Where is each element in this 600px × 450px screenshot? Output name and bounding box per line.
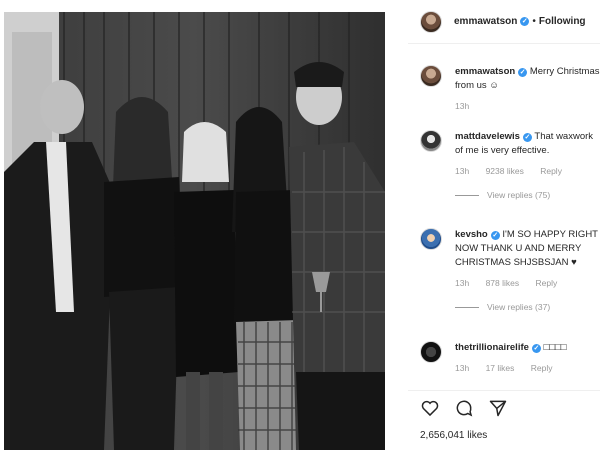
verified-badge-icon: ✓: [531, 344, 541, 353]
likes-count[interactable]: 2,656,041 likes: [420, 430, 487, 441]
action-bar: [420, 398, 508, 418]
separator-dot: •: [532, 16, 536, 27]
following-button[interactable]: Following: [539, 16, 586, 27]
reply-button[interactable]: Reply: [540, 166, 562, 176]
comment-body: mattdavelewis ✓ That waxwork of me is ver…: [455, 130, 600, 202]
comment-icon[interactable]: [454, 398, 474, 418]
comment-time[interactable]: 13h: [455, 166, 469, 176]
post-header: emmawatson ✓ • Following: [408, 0, 600, 44]
divider: [455, 306, 479, 308]
comment-username[interactable]: emmawatson: [455, 66, 515, 77]
avatar[interactable]: [420, 130, 442, 152]
comment-username[interactable]: thetrillionairelife: [455, 342, 529, 353]
share-icon[interactable]: [488, 398, 508, 418]
verified-badge-icon: ✓: [518, 68, 528, 77]
post-photo[interactable]: [4, 12, 385, 450]
verified-badge-icon: ✓: [520, 17, 530, 26]
caption-comment: emmawatson ✓ Merry Christmas from us ☺ 13…: [420, 65, 600, 113]
comment-meta: 13h 9238 likes Reply: [455, 164, 600, 178]
heart-icon[interactable]: [420, 398, 440, 418]
comment-likes[interactable]: 878 likes: [486, 278, 520, 288]
divider: [455, 194, 479, 196]
avatar[interactable]: [420, 10, 442, 33]
verified-badge-icon: ✓: [522, 133, 532, 142]
divider: [408, 390, 600, 391]
list-item: thetrillionairelife ✓ □□□□ 13h 17 likes R…: [420, 341, 600, 375]
reply-button[interactable]: Reply: [531, 363, 553, 373]
comment-body: emmawatson ✓ Merry Christmas from us ☺ 13…: [455, 65, 600, 113]
verified-badge-icon: ✓: [490, 231, 500, 240]
comment-likes[interactable]: 9238 likes: [486, 166, 524, 176]
list-item: mattdavelewis ✓ That waxwork of me is ver…: [420, 130, 600, 202]
comments-list: emmawatson ✓ Merry Christmas from us ☺ 13…: [408, 55, 600, 395]
comment-likes[interactable]: 17 likes: [486, 363, 515, 373]
comment-username[interactable]: kevsho: [455, 229, 488, 240]
view-replies-label: View replies (37): [487, 302, 551, 312]
comment-meta: 13h 17 likes Reply: [455, 361, 600, 375]
view-replies-label: View replies (75): [487, 190, 551, 200]
post-photo-image: [4, 12, 385, 450]
post-media-pane: [0, 0, 408, 450]
comment-time[interactable]: 13h: [455, 363, 469, 373]
comment-body: thetrillionairelife ✓ □□□□ 13h 17 likes R…: [455, 341, 600, 375]
comment-time[interactable]: 13h: [455, 101, 469, 111]
post-sidebar: emmawatson ✓ • Following emmawatson ✓ Mer…: [408, 0, 600, 450]
view-replies-button[interactable]: View replies (37): [455, 300, 600, 314]
comment-body: kevsho ✓ I'M SO HAPPY RIGHT NOW THANK U A…: [455, 228, 600, 314]
comment-time[interactable]: 13h: [455, 278, 469, 288]
comment-username[interactable]: mattdavelewis: [455, 131, 520, 142]
avatar[interactable]: [420, 65, 442, 87]
reply-button[interactable]: Reply: [536, 278, 558, 288]
comment-meta: 13h 878 likes Reply: [455, 276, 600, 290]
avatar[interactable]: [420, 228, 442, 250]
comment-meta: 13h: [455, 99, 600, 113]
author-username[interactable]: emmawatson: [454, 16, 517, 27]
avatar[interactable]: [420, 341, 442, 363]
view-replies-button[interactable]: View replies (75): [455, 188, 600, 202]
list-item: kevsho ✓ I'M SO HAPPY RIGHT NOW THANK U A…: [420, 228, 600, 314]
comment-text: □□□□: [543, 342, 567, 353]
